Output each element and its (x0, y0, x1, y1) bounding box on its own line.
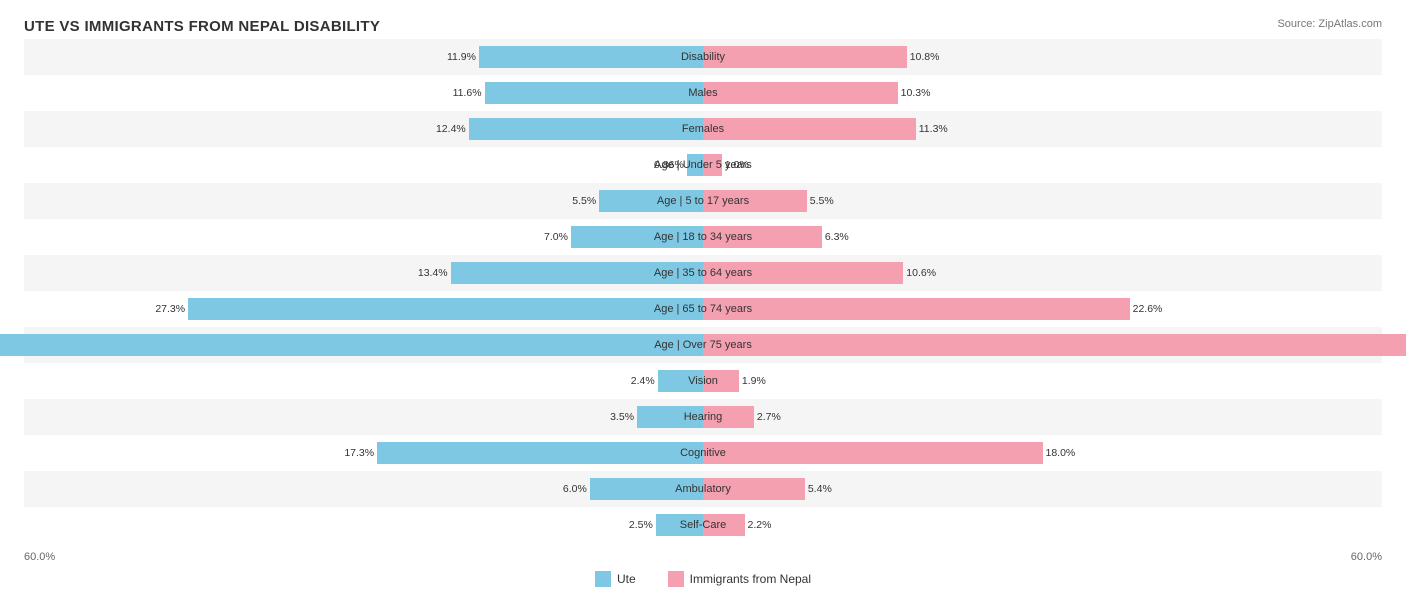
bar-ute (0, 334, 703, 356)
bar-section: Vision 2.4% 1.9% (24, 363, 1382, 399)
bar-ute (469, 118, 703, 140)
val-right: 10.6% (906, 267, 936, 279)
x-axis: 60.0% 60.0% (24, 549, 1382, 565)
val-left: 0.86% (654, 159, 684, 171)
val-left: 17.3% (344, 447, 374, 459)
bar-section: Age | Under 5 years 0.86% 1.0% (24, 147, 1382, 183)
row-label: Age | 5 to 17 years (657, 195, 749, 207)
bar-section: Age | 5 to 17 years 5.5% 5.5% (24, 183, 1382, 219)
row-label: Males (688, 87, 717, 99)
bar-section: Cognitive 17.3% 18.0% (24, 435, 1382, 471)
bar-ute (479, 46, 703, 68)
val-right: 10.3% (901, 87, 931, 99)
val-left: 3.5% (610, 411, 634, 423)
table-row: Age | 5 to 17 years 5.5% 5.5% (24, 183, 1382, 219)
bar-section: Self-Care 2.5% 2.2% (24, 507, 1382, 543)
x-axis-left: 60.0% (24, 551, 55, 563)
val-right: 2.2% (748, 519, 772, 531)
row-label: Ambulatory (675, 483, 731, 495)
row-label: Age | 35 to 64 years (654, 267, 752, 279)
val-right: 5.4% (808, 483, 832, 495)
row-label: Age | 65 to 74 years (654, 303, 752, 315)
bar-nepal (703, 46, 907, 68)
bar-section: Age | 65 to 74 years 27.3% 22.6% (24, 291, 1382, 327)
row-label: Self-Care (680, 519, 726, 531)
val-right: 11.3% (919, 123, 948, 135)
row-label: Females (682, 123, 724, 135)
val-left: 7.0% (544, 231, 568, 243)
bar-section: Age | Over 75 years 52.6% 46.6% (24, 327, 1382, 363)
table-row: Self-Care 2.5% 2.2% (24, 507, 1382, 543)
table-row: Ambulatory 6.0% 5.4% (24, 471, 1382, 507)
bar-nepal (703, 82, 898, 104)
bar-section: Males 11.6% 10.3% (24, 75, 1382, 111)
val-left: 27.3% (155, 303, 185, 315)
val-right: 6.3% (825, 231, 849, 243)
row-label: Disability (681, 51, 725, 63)
bar-nepal (703, 118, 916, 140)
bar-section: Disability 11.9% 10.8% (24, 39, 1382, 75)
val-left: 2.4% (631, 375, 655, 387)
ute-label: Ute (617, 572, 636, 586)
val-right: 5.5% (810, 195, 834, 207)
val-right: 10.8% (910, 51, 940, 63)
val-left: 11.6% (453, 87, 482, 99)
legend-ute: Ute (595, 571, 636, 587)
source-label: Source: ZipAtlas.com (1277, 18, 1382, 30)
table-row: Hearing 3.5% 2.7% (24, 399, 1382, 435)
bar-ute (377, 442, 703, 464)
chart-container: UTE VS IMMIGRANTS FROM NEPAL DISABILITY … (0, 0, 1406, 612)
row-label: Vision (688, 375, 718, 387)
val-right: 22.6% (1133, 303, 1163, 315)
table-row: Age | 18 to 34 years 7.0% 6.3% (24, 219, 1382, 255)
chart-title: UTE VS IMMIGRANTS FROM NEPAL DISABILITY (24, 18, 1382, 35)
val-left: 6.0% (563, 483, 587, 495)
table-row: Vision 2.4% 1.9% (24, 363, 1382, 399)
table-row: Age | 35 to 64 years 13.4% 10.6% (24, 255, 1382, 291)
bar-section: Age | 35 to 64 years 13.4% 10.6% (24, 255, 1382, 291)
nepal-color-swatch (668, 571, 684, 587)
val-right: 1.0% (725, 159, 749, 171)
bar-nepal (703, 442, 1043, 464)
bar-section: Females 12.4% 11.3% (24, 111, 1382, 147)
table-row: Females 12.4% 11.3% (24, 111, 1382, 147)
table-row: Age | 65 to 74 years 27.3% 22.6% (24, 291, 1382, 327)
bar-section: Age | 18 to 34 years 7.0% 6.3% (24, 219, 1382, 255)
val-left: 5.5% (572, 195, 596, 207)
val-right: 2.7% (757, 411, 781, 423)
bar-nepal (703, 334, 1406, 356)
row-label: Age | Over 75 years (654, 339, 752, 351)
table-row: Disability 11.9% 10.8% (24, 39, 1382, 75)
row-label: Hearing (684, 411, 723, 423)
bar-ute (188, 298, 703, 320)
legend: Ute Immigrants from Nepal (24, 571, 1382, 587)
table-row: Males 11.6% 10.3% (24, 75, 1382, 111)
row-label: Age | 18 to 34 years (654, 231, 752, 243)
val-left: 2.5% (629, 519, 653, 531)
ute-color-swatch (595, 571, 611, 587)
val-right: 1.9% (742, 375, 766, 387)
nepal-label: Immigrants from Nepal (690, 572, 811, 586)
bar-section: Hearing 3.5% 2.7% (24, 399, 1382, 435)
table-row: Age | Under 5 years 0.86% 1.0% (24, 147, 1382, 183)
x-axis-right: 60.0% (1351, 551, 1382, 563)
bar-ute (485, 82, 703, 104)
table-row: Age | Over 75 years 52.6% 46.6% (24, 327, 1382, 363)
table-row: Cognitive 17.3% 18.0% (24, 435, 1382, 471)
row-label: Cognitive (680, 447, 726, 459)
bar-section: Ambulatory 6.0% 5.4% (24, 471, 1382, 507)
legend-nepal: Immigrants from Nepal (668, 571, 811, 587)
val-left: 13.4% (418, 267, 448, 279)
val-right: 18.0% (1046, 447, 1076, 459)
val-left: 12.4% (436, 123, 466, 135)
val-left: 11.9% (447, 51, 476, 63)
chart-area: Disability 11.9% 10.8% Males 11.6% 10.3%… (24, 39, 1382, 549)
bar-nepal (703, 298, 1130, 320)
